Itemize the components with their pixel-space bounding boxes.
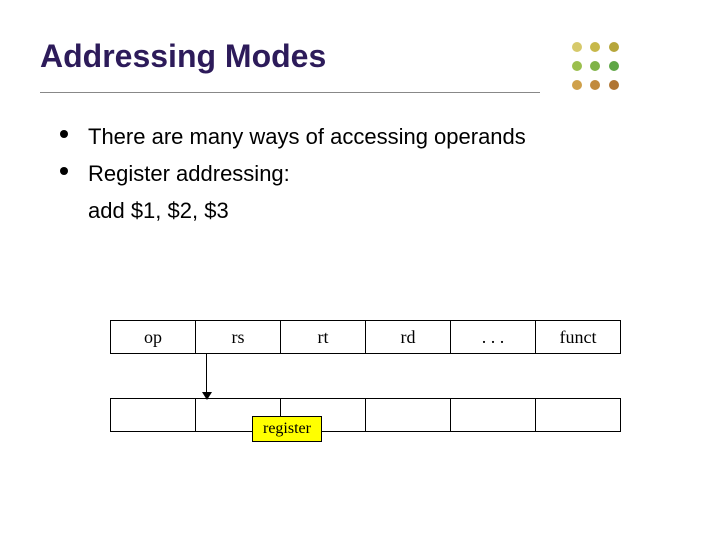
body-text: There are many ways of accessing operand… <box>60 120 526 227</box>
decorative-dot-grid <box>570 40 621 97</box>
dot-icon <box>572 80 582 90</box>
code-example: add $1, $2, $3 <box>88 194 526 227</box>
dot-icon <box>590 80 600 90</box>
bullet-item: Register addressing: <box>60 157 526 190</box>
field-shamt: . . . <box>451 321 536 354</box>
field-rt: rt <box>281 321 366 354</box>
register-slot <box>451 399 536 432</box>
arrow-down-icon <box>206 353 207 399</box>
dot-icon <box>609 61 619 71</box>
page-title: Addressing Modes <box>40 38 326 75</box>
instruction-fields-row: op rs rt rd . . . funct <box>110 320 621 354</box>
dot-icon <box>572 42 582 52</box>
dot-icon <box>590 61 600 71</box>
dot-icon <box>609 80 619 90</box>
dot-icon <box>590 42 600 52</box>
field-rs: rs <box>196 321 281 354</box>
title-underline <box>40 92 540 93</box>
field-rd: rd <box>366 321 451 354</box>
register-slot <box>536 399 621 432</box>
register-slot <box>366 399 451 432</box>
register-file-bank <box>110 398 621 432</box>
dot-icon <box>609 42 619 52</box>
register-label-box: register <box>252 416 322 442</box>
field-op: op <box>111 321 196 354</box>
register-slot <box>111 399 196 432</box>
field-funct: funct <box>536 321 621 354</box>
instruction-format-diagram: op rs rt rd . . . funct <box>110 320 621 354</box>
dot-icon <box>572 61 582 71</box>
bullet-item: There are many ways of accessing operand… <box>60 120 526 153</box>
